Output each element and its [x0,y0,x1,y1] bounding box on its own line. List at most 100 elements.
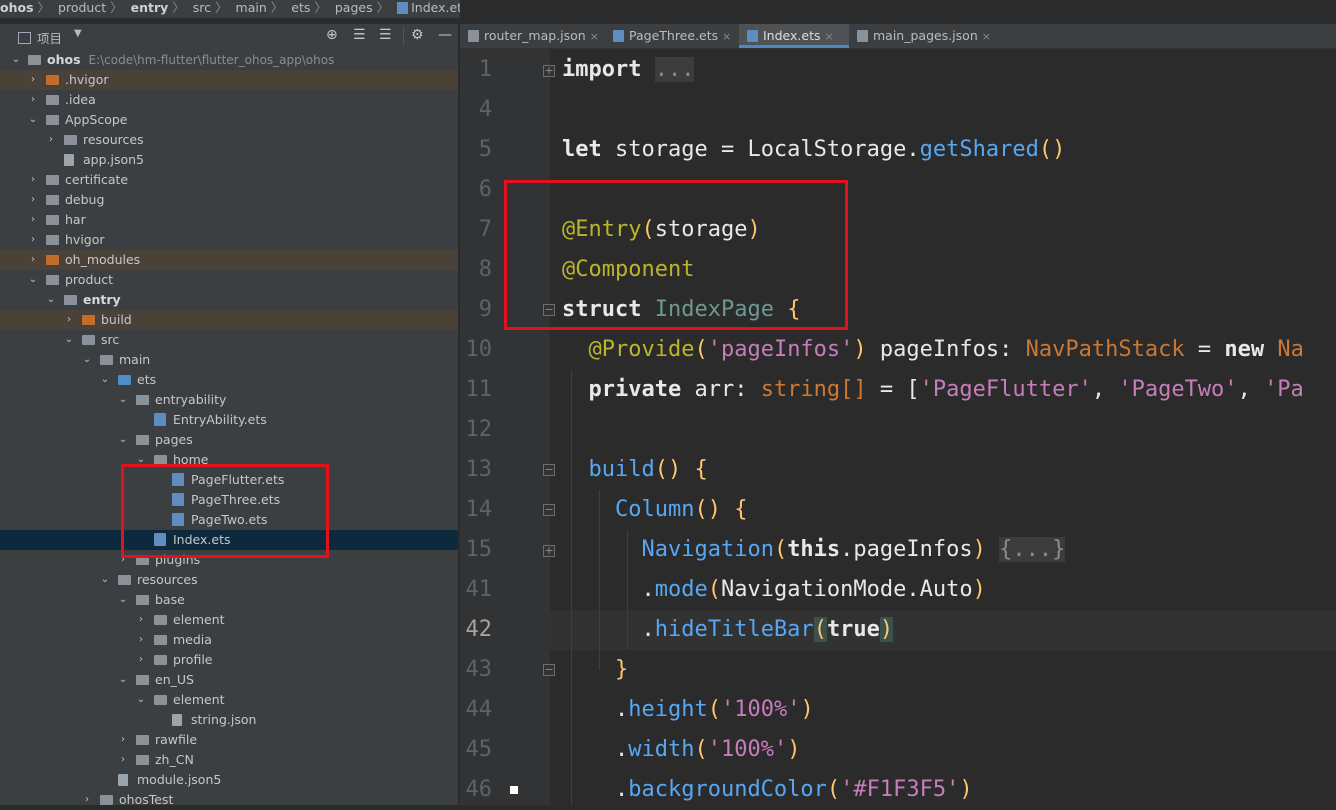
tree-root[interactable]: ⌄ ohos E:\code\hm-flutter\flutter_ohos_ap… [0,50,458,70]
chevron-right-icon[interactable]: › [27,190,39,210]
chevron-right-icon[interactable]: › [117,730,129,750]
chevron-right-icon[interactable]: › [135,650,147,670]
tree-item[interactable]: ⌄ pages [0,430,458,450]
tree-item[interactable]: › build [0,310,458,330]
breadcrumb-item[interactable]: src [193,0,211,15]
tree-item[interactable]: PageThree.ets [0,490,458,510]
tree-item[interactable]: ⌄ resources [0,570,458,590]
chevron-down-icon[interactable]: ⌄ [117,390,129,410]
close-icon[interactable]: × [825,30,834,43]
folded-region[interactable]: ... [654,57,695,82]
tree-item[interactable]: › har [0,210,458,230]
tree-item[interactable]: ⌄ AppScope [0,110,458,130]
chevron-right-icon[interactable]: › [27,170,39,190]
folded-region[interactable]: {...} [999,537,1066,562]
tree-item[interactable]: › oh_modules [0,250,458,270]
gear-icon[interactable]: ⚙ [411,27,424,43]
tree-item[interactable]: app.json5 [0,150,458,170]
breadcrumb-item[interactable]: Index.ets [411,0,460,15]
tree-item[interactable]: › media [0,630,458,650]
chevron-right-icon[interactable]: › [81,790,93,805]
chevron-right-icon[interactable]: › [27,210,39,230]
chevron-right-icon[interactable]: › [27,250,39,270]
project-view-selector[interactable]: 项目 [18,28,62,47]
chevron-right-icon[interactable]: › [27,90,39,110]
tree-item[interactable]: ⌄ src [0,330,458,350]
tree-item[interactable]: ⌄ home [0,450,458,470]
chevron-down-icon[interactable]: ⌄ [117,430,129,450]
tree-item[interactable]: ⌄ en_US [0,670,458,690]
tree-item[interactable]: › profile [0,650,458,670]
chevron-right-icon[interactable]: › [117,550,129,570]
close-icon[interactable]: × [722,30,731,43]
chevron-right-icon[interactable]: › [117,750,129,770]
tree-item[interactable]: › resources [0,130,458,150]
chevron-right-icon[interactable]: › [135,610,147,630]
chevron-down-icon[interactable]: ⌄ [81,350,93,370]
tree-item[interactable]: › ohosTest [0,790,458,805]
fold-end-icon[interactable]: − [543,664,555,676]
breadcrumb-item[interactable]: product [58,0,106,15]
locate-icon[interactable]: ⊕ [326,27,338,43]
chevron-down-icon[interactable]: ⌄ [117,670,129,690]
tree-item[interactable]: › rawfile [0,730,458,750]
chevron-down-icon[interactable]: ⌄ [27,270,39,290]
breadcrumb-item[interactable]: pages [335,0,373,15]
tree-item[interactable]: ⌄ product [0,270,458,290]
tab-router-map[interactable]: router_map.json × [460,24,605,48]
collapse-all-icon[interactable]: ☰ [379,27,392,43]
file-json-icon [468,30,479,42]
tree-item[interactable]: › element [0,610,458,630]
chevron-down-icon[interactable]: ⌄ [99,370,111,390]
tree-item[interactable]: › plugins [0,550,458,570]
chevron-down-icon[interactable]: ⌄ [63,330,75,350]
tree-item[interactable]: Index.ets [0,530,458,550]
tree-item[interactable]: ⌄ base [0,590,458,610]
chevron-right-icon[interactable]: › [27,230,39,250]
breadcrumb-item[interactable]: entry [131,0,169,15]
breadcrumb-item[interactable]: ohos [0,0,34,15]
chevron-right-icon[interactable]: › [27,70,39,90]
tree-item[interactable]: PageTwo.ets [0,510,458,530]
breadcrumb-item[interactable]: main [236,0,267,15]
chevron-down-icon[interactable]: ⌄ [27,110,39,130]
tree-item[interactable]: module.json5 [0,770,458,790]
chevron-down-icon[interactable]: ▼ [74,28,82,39]
tree-item[interactable]: › zh_CN [0,750,458,770]
tree-item[interactable]: string.json [0,710,458,730]
fold-collapse-icon[interactable]: − [543,464,555,476]
fold-collapse-icon[interactable]: − [543,504,555,516]
tab-index[interactable]: Index.ets × [739,24,849,48]
breadcrumb-item[interactable]: ets [291,0,310,15]
expand-all-icon[interactable]: ☰ [353,27,366,43]
tree-item[interactable]: › .hvigor [0,70,458,90]
chevron-right-icon[interactable]: › [135,630,147,650]
chevron-down-icon[interactable]: ⌄ [45,290,57,310]
tree-item[interactable]: ⌄ entryability [0,390,458,410]
minimize-icon[interactable]: — [438,27,452,43]
chevron-down-icon[interactable]: ⌄ [10,50,22,70]
tree-item[interactable]: ⌄ element [0,690,458,710]
chevron-down-icon[interactable]: ⌄ [135,690,147,710]
tree-item[interactable]: › hvigor [0,230,458,250]
chevron-down-icon[interactable]: ⌄ [135,450,147,470]
tab-main-pages[interactable]: main_pages.json × [849,24,991,48]
tree-item[interactable]: ⌄ entry [0,290,458,310]
chevron-down-icon[interactable]: ⌄ [117,590,129,610]
fold-expand-icon[interactable]: + [543,65,555,77]
tree-item[interactable]: › certificate [0,170,458,190]
tree-item[interactable]: ⌄ ets [0,370,458,390]
fold-expand-icon[interactable]: + [543,545,555,557]
fold-collapse-icon[interactable]: − [543,304,555,316]
chevron-right-icon[interactable]: › [63,310,75,330]
tree-item[interactable]: ⌄ main [0,350,458,370]
chevron-right-icon[interactable]: › [45,130,57,150]
tree-item[interactable]: EntryAbility.ets [0,410,458,430]
tab-page-three[interactable]: PageThree.ets × [605,24,739,48]
tree-item[interactable]: › debug [0,190,458,210]
close-icon[interactable]: × [982,30,991,43]
tree-item[interactable]: › .idea [0,90,458,110]
tree-item[interactable]: PageFlutter.ets [0,470,458,490]
close-icon[interactable]: × [590,30,599,43]
chevron-down-icon[interactable]: ⌄ [99,570,111,590]
